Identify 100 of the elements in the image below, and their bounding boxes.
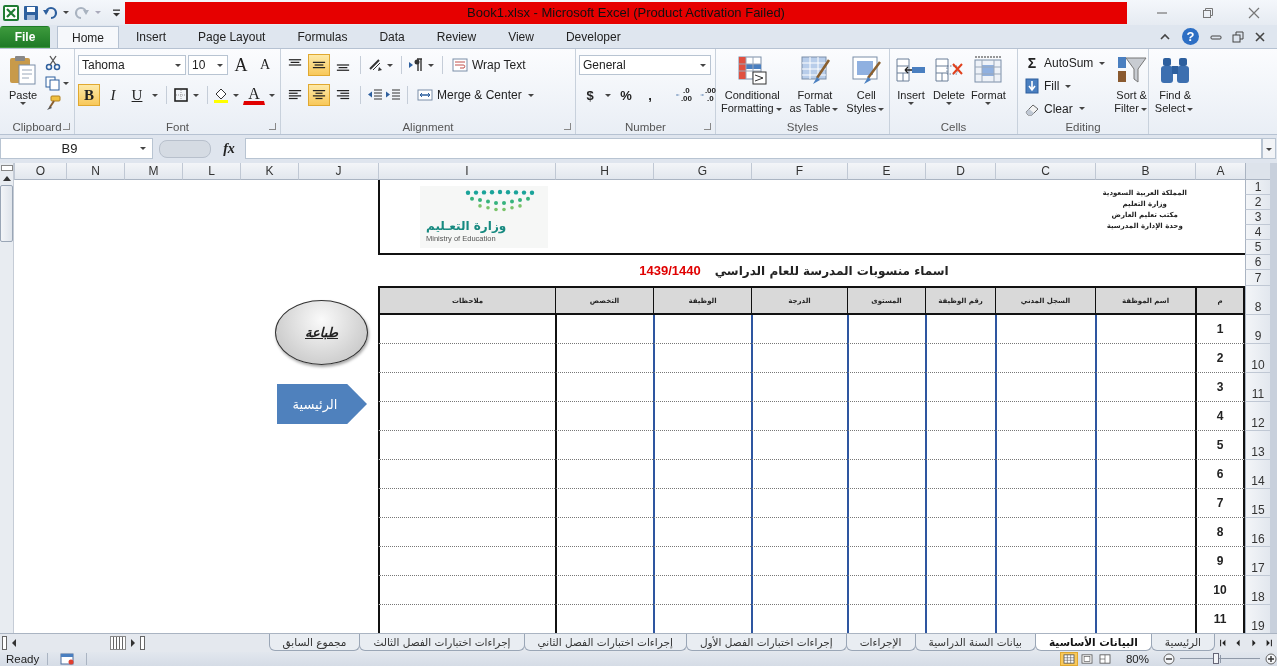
restore-workbook-button[interactable]	[1229, 28, 1247, 46]
copy-icon[interactable]	[45, 75, 61, 91]
scrollbar-thumb[interactable]	[110, 636, 126, 650]
delete-cells-button[interactable]: Delete	[931, 53, 967, 119]
number-format-dropdown[interactable]: General	[579, 55, 711, 75]
vertical-scrollbar[interactable]	[0, 163, 14, 633]
sheet-tab[interactable]: إجراءات اختبارات الفصل الأول	[685, 634, 847, 651]
scissors-icon[interactable]	[45, 55, 61, 71]
caret-icon[interactable]	[192, 93, 199, 97]
row-header[interactable]: 17	[1245, 547, 1270, 576]
caret-icon[interactable]	[605, 93, 611, 97]
conditional-styles-button[interactable]: Conditional Formatting	[719, 53, 786, 119]
row-header[interactable]: 11	[1245, 373, 1270, 402]
ribbon-tab[interactable]: Review	[421, 26, 492, 48]
excel-logo-icon[interactable]	[2, 3, 20, 22]
column-header[interactable]: H	[555, 163, 653, 180]
caret-icon[interactable]	[63, 81, 69, 85]
next-sheet-icon[interactable]	[1249, 638, 1258, 648]
comma-button[interactable]: ,	[639, 84, 661, 106]
shrink-font-button[interactable]: A	[254, 54, 276, 76]
orientation-icon[interactable]	[367, 57, 383, 73]
column-header[interactable]: L	[182, 163, 240, 180]
ribbon-tab[interactable]: Formulas	[282, 26, 363, 48]
column-header[interactable]: M	[124, 163, 182, 180]
paste-button[interactable]: Paste	[3, 53, 43, 119]
insert-function-button[interactable]: fx	[217, 139, 241, 158]
wrap-text-button[interactable]: Wrap Text	[449, 54, 529, 76]
first-sheet-icon[interactable]	[1218, 638, 1227, 648]
insert-cells-button[interactable]: Insert	[893, 53, 929, 119]
dialog-launcher-icon[interactable]	[269, 123, 276, 130]
previous-sheet-icon[interactable]	[1234, 638, 1243, 648]
font-size-dropdown[interactable]: 10	[188, 55, 228, 75]
column-header[interactable]: C	[995, 163, 1095, 180]
help-button[interactable]: ?	[1182, 28, 1199, 45]
format-cells-button[interactable]: Format	[969, 53, 1008, 119]
sheet-tab[interactable]: بيانات السنة الدراسية	[914, 634, 1036, 651]
merge-center-button[interactable]: Merge & Center	[414, 84, 539, 106]
row-header[interactable]: 6	[1245, 255, 1270, 270]
row-header[interactable]: 10	[1245, 344, 1270, 373]
format-painter-icon[interactable]	[45, 95, 61, 111]
column-header[interactable]: J	[298, 163, 378, 180]
row-header[interactable]: 2	[1245, 195, 1270, 210]
expand-formula-button[interactable]	[1262, 138, 1276, 159]
row-header[interactable]: 3	[1245, 210, 1270, 225]
row-header[interactable]: 9	[1245, 315, 1270, 344]
row-header[interactable]: 13	[1245, 431, 1270, 460]
sheet-tab[interactable]: مجموع السابق	[268, 634, 361, 651]
last-sheet-icon[interactable]	[1265, 638, 1274, 648]
column-header[interactable]: E	[847, 163, 925, 180]
bold-button[interactable]: B	[78, 84, 100, 106]
caret-icon[interactable]	[269, 93, 275, 97]
slider-thumb[interactable]	[1213, 653, 1219, 664]
caret-icon[interactable]	[387, 63, 393, 67]
autosum-button[interactable]: Σ AutoSum	[1021, 53, 1111, 74]
split-handle[interactable]	[2, 636, 7, 650]
text-direction-icon[interactable]	[408, 57, 424, 73]
scroll-left-icon[interactable]	[10, 638, 18, 648]
fill-button[interactable]: Fill	[1021, 75, 1111, 97]
column-header[interactable]: D	[925, 163, 995, 180]
sheet-tab[interactable]: الرئيسية	[1150, 634, 1215, 651]
row-header[interactable]: 18	[1245, 576, 1270, 605]
decrease-indent-icon[interactable]	[367, 87, 383, 103]
fill-color-icon[interactable]	[213, 87, 229, 103]
table-styles-button[interactable]: Format as Table	[787, 53, 843, 119]
sheet-tab[interactable]: إجراءات اختبارات الفصل الثاني	[523, 634, 687, 651]
column-header[interactable]: K	[240, 163, 298, 180]
row-header[interactable]: 19	[1245, 605, 1270, 633]
ribbon-tab[interactable]: Page Layout	[183, 26, 281, 48]
split-handle[interactable]	[140, 636, 145, 650]
caret-icon[interactable]	[63, 11, 69, 14]
percent-button[interactable]: %	[615, 84, 637, 106]
zoom-level[interactable]: 80%	[1125, 653, 1149, 665]
resize-handle[interactable]	[159, 139, 211, 158]
caret-icon[interactable]	[152, 93, 158, 97]
dialog-launcher-icon[interactable]	[63, 123, 70, 130]
center-align-icon[interactable]	[308, 84, 330, 106]
row-header[interactable]: 16	[1245, 518, 1270, 547]
row-header[interactable]: 4	[1245, 225, 1270, 240]
italic-button[interactable]: I	[102, 84, 124, 106]
clear-button[interactable]: Clear	[1021, 98, 1111, 119]
underline-button[interactable]: U	[126, 84, 148, 106]
sheet-tab[interactable]: إجراءات اختبارات الفصل الثالث	[359, 634, 525, 651]
record-macro-icon[interactable]	[60, 653, 75, 665]
ribbon-tab[interactable]: View	[493, 26, 549, 48]
home-arrow-button[interactable]: الرئيسية	[277, 384, 367, 424]
zoom-out-icon[interactable]	[1163, 653, 1175, 665]
ribbon-tab[interactable]: Insert	[121, 26, 182, 48]
undo-icon[interactable]	[42, 4, 58, 21]
currency-button[interactable]: $	[579, 84, 601, 106]
dialog-launcher-icon[interactable]	[704, 123, 711, 130]
row-header[interactable]: 5	[1245, 240, 1270, 255]
ribbon-tab[interactable]: Home	[57, 26, 119, 48]
row-header[interactable]: 12	[1245, 402, 1270, 431]
formula-input[interactable]	[245, 138, 1262, 159]
row-header[interactable]: 1	[1245, 180, 1270, 195]
font-color-button[interactable]: A	[243, 85, 265, 105]
file-tab[interactable]: File	[0, 26, 50, 48]
caret-icon[interactable]	[233, 93, 239, 97]
sort-filter-button[interactable]: Sort & Filter	[1112, 53, 1151, 119]
column-header[interactable]: A	[1195, 163, 1245, 180]
